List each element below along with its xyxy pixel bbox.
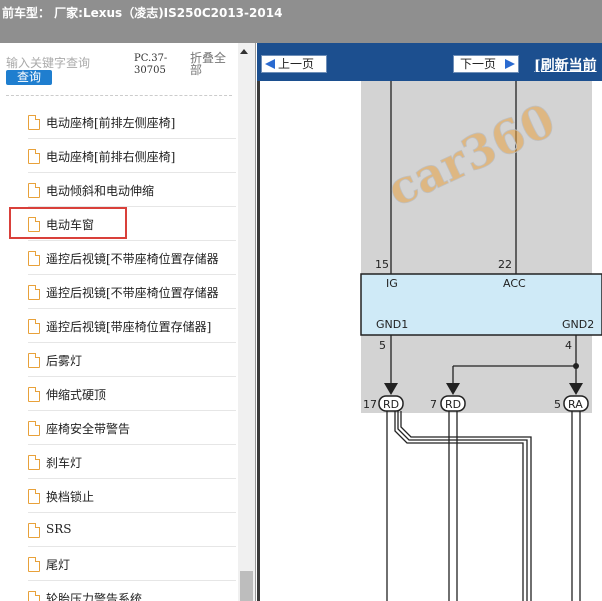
left-arrow-icon <box>265 59 275 69</box>
menu-item[interactable]: 电动座椅[前排左侧座椅] <box>28 105 236 139</box>
menu-item-label: 电动座椅[前排右侧座椅] <box>46 150 176 164</box>
document-icon <box>28 455 40 470</box>
component-label-gnd2: GND2 <box>562 318 594 331</box>
next-page-button[interactable]: 下一页 <box>453 55 519 73</box>
pin-label: 22 <box>498 258 512 271</box>
menu-item[interactable]: 后雾灯 <box>28 343 236 377</box>
menu-item[interactable]: 电动座椅[前排右侧座椅] <box>28 139 236 173</box>
next-page-label: 下一页 <box>460 57 497 71</box>
connector-label: RD <box>383 398 399 411</box>
splice-point <box>573 363 579 369</box>
collapse-all-link[interactable]: 折叠全部 <box>190 52 230 76</box>
menu-item[interactable]: SRS <box>28 513 236 547</box>
wiring-diagram: 15 22 IG ACC GND1 GND2 5 4 RD RD RA 17 7… <box>360 81 602 601</box>
menu-item-label: 伸缩式硬顶 <box>46 388 107 402</box>
menu-item[interactable]: 遥控后视镜[不带座椅位置存储器 <box>28 241 236 275</box>
right-arrow-icon <box>505 59 515 69</box>
document-icon <box>28 523 40 538</box>
vehicle-title: 前车型： 厂家:Lexus（凌志)IS250C2013-2014 <box>2 6 283 20</box>
scroll-up-arrow-icon[interactable] <box>240 49 248 54</box>
refresh-current-link[interactable]: [刷新当前 <box>534 55 597 75</box>
menu-item-label: 换档锁止 <box>46 490 95 504</box>
pin-label: 4 <box>565 339 572 352</box>
menu-item[interactable]: 遥控后视镜[不带座椅位置存储器 <box>28 275 236 309</box>
document-icon <box>28 251 40 266</box>
sidebar-scrollbar[interactable] <box>238 43 255 601</box>
harness-wires <box>386 411 581 601</box>
document-icon <box>28 489 40 504</box>
document-icon <box>28 557 40 572</box>
document-icon <box>28 387 40 402</box>
document-icon <box>28 183 40 198</box>
connector-label: RD <box>445 398 461 411</box>
pin-label: 5 <box>379 339 386 352</box>
prev-page-button[interactable]: 上一页 <box>261 55 327 73</box>
component-label-ig: IG <box>386 277 398 290</box>
selected-item-highlight <box>9 207 127 239</box>
menu-item-label: 遥控后视镜[不带座椅位置存储器 <box>46 286 219 300</box>
viewer-toolbar: 上一页 下一页 [刷新当前 <box>257 43 602 81</box>
pin-label: 15 <box>375 258 389 271</box>
document-icon <box>28 353 40 368</box>
menu-item-label: 电动座椅[前排左侧座椅] <box>46 116 176 130</box>
menu-item-label: SRS <box>46 522 72 536</box>
menu-item-label: 轮胎压力警告系统 <box>46 592 143 601</box>
menu-item-label: 遥控后视镜[不带座椅位置存储器 <box>46 252 219 266</box>
document-icon <box>28 115 40 130</box>
title-bar: 前车型： 厂家:Lexus（凌志)IS250C2013-2014 <box>0 0 602 43</box>
menu-item[interactable]: 换档锁止 <box>28 479 236 513</box>
menu-item[interactable]: 刹车灯 <box>28 445 236 479</box>
scroll-thumb[interactable] <box>240 571 253 601</box>
component-label-acc: ACC <box>503 277 526 290</box>
pc-code: PC.37-30705 <box>134 53 168 76</box>
menu-item-label: 遥控后视镜[带座椅位置存储器] <box>46 320 212 334</box>
document-icon <box>28 591 40 601</box>
query-button[interactable]: 查询 <box>6 70 52 85</box>
connector-number: 17 <box>363 398 377 411</box>
diagram-viewer: 上一页 下一页 [刷新当前 15 22 IG ACC GND1 GND2 5 4 <box>257 43 602 601</box>
connector-number: 5 <box>554 398 561 411</box>
menu-item[interactable]: 伸缩式硬顶 <box>28 377 236 411</box>
menu-item[interactable]: 轮胎压力警告系统 <box>28 581 236 601</box>
menu-item[interactable]: 座椅安全带警告 <box>28 411 236 445</box>
menu-item-label: 刹车灯 <box>46 456 83 470</box>
sidebar: 查询 PC.37-30705 折叠全部 电动座椅[前排左侧座椅] 电动座椅[前排右… <box>0 43 256 601</box>
menu-item-label: 尾灯 <box>46 558 71 572</box>
menu-item-label: 座椅安全带警告 <box>46 422 131 436</box>
prev-page-label: 上一页 <box>278 57 315 71</box>
document-icon <box>28 319 40 334</box>
component-label-gnd1: GND1 <box>376 318 408 331</box>
menu-item[interactable]: 遥控后视镜[带座椅位置存储器] <box>28 309 236 343</box>
menu-item-label: 电动倾斜和电动伸缩 <box>46 184 155 198</box>
menu-item[interactable]: 尾灯 <box>28 547 236 581</box>
connector-label: RA <box>568 398 583 411</box>
document-icon <box>28 285 40 300</box>
document-icon <box>28 149 40 164</box>
divider <box>6 95 232 96</box>
search-input[interactable] <box>6 55 128 71</box>
menu-item-label: 后雾灯 <box>46 354 83 368</box>
connector-number: 7 <box>430 398 437 411</box>
document-icon <box>28 421 40 436</box>
menu-item[interactable]: 电动倾斜和电动伸缩 <box>28 173 236 207</box>
